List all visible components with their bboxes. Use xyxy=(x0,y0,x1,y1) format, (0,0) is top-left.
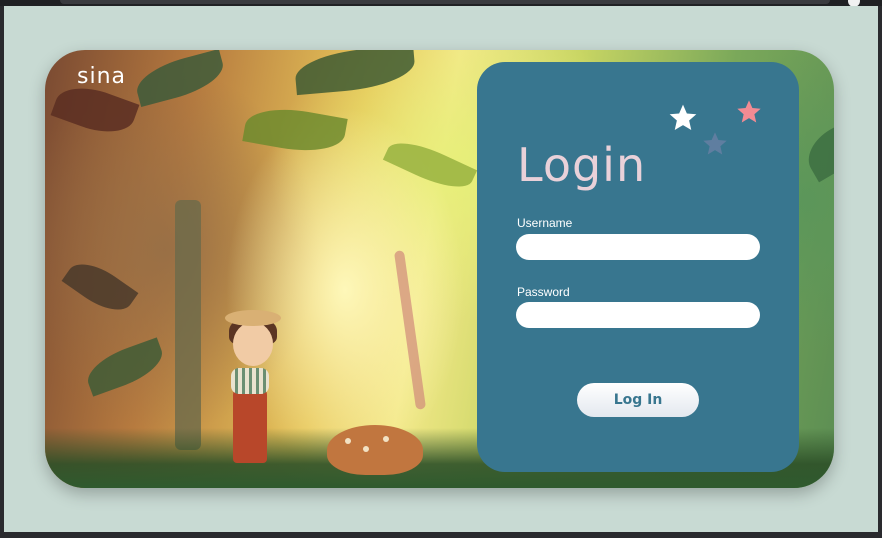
leaf xyxy=(61,252,139,322)
fawn-figure xyxy=(327,425,423,475)
login-button[interactable]: Log In xyxy=(577,383,699,417)
leaf xyxy=(293,50,417,96)
girl-figure xyxy=(233,385,267,463)
fawn-spot xyxy=(345,438,351,444)
tree-branch xyxy=(393,250,427,410)
girl-face xyxy=(233,322,273,366)
white-star-icon xyxy=(669,104,697,130)
leaf xyxy=(382,132,478,198)
leaf xyxy=(131,50,229,108)
password-input[interactable] xyxy=(516,302,760,328)
leaf xyxy=(242,101,348,159)
girl-shirt xyxy=(231,368,269,394)
fawn-spot xyxy=(363,446,369,452)
slate-star-icon xyxy=(703,132,727,155)
girl-hat xyxy=(225,310,281,326)
tree-trunk xyxy=(175,200,201,450)
page-viewport: sina Login Username Password Log In xyxy=(4,6,878,532)
password-label: Password xyxy=(517,285,570,299)
login-card: sina Login Username Password Log In xyxy=(45,50,834,488)
brand-logo[interactable]: sina xyxy=(77,64,126,89)
login-title: Login xyxy=(517,138,647,192)
leaf xyxy=(799,117,834,183)
username-input[interactable] xyxy=(516,234,760,260)
login-panel: Login Username Password Log In xyxy=(477,62,799,472)
pink-star-icon xyxy=(737,100,761,123)
fawn-spot xyxy=(383,436,389,442)
address-bar[interactable] xyxy=(60,0,830,4)
username-label: Username xyxy=(517,216,573,230)
leaf xyxy=(81,337,169,397)
